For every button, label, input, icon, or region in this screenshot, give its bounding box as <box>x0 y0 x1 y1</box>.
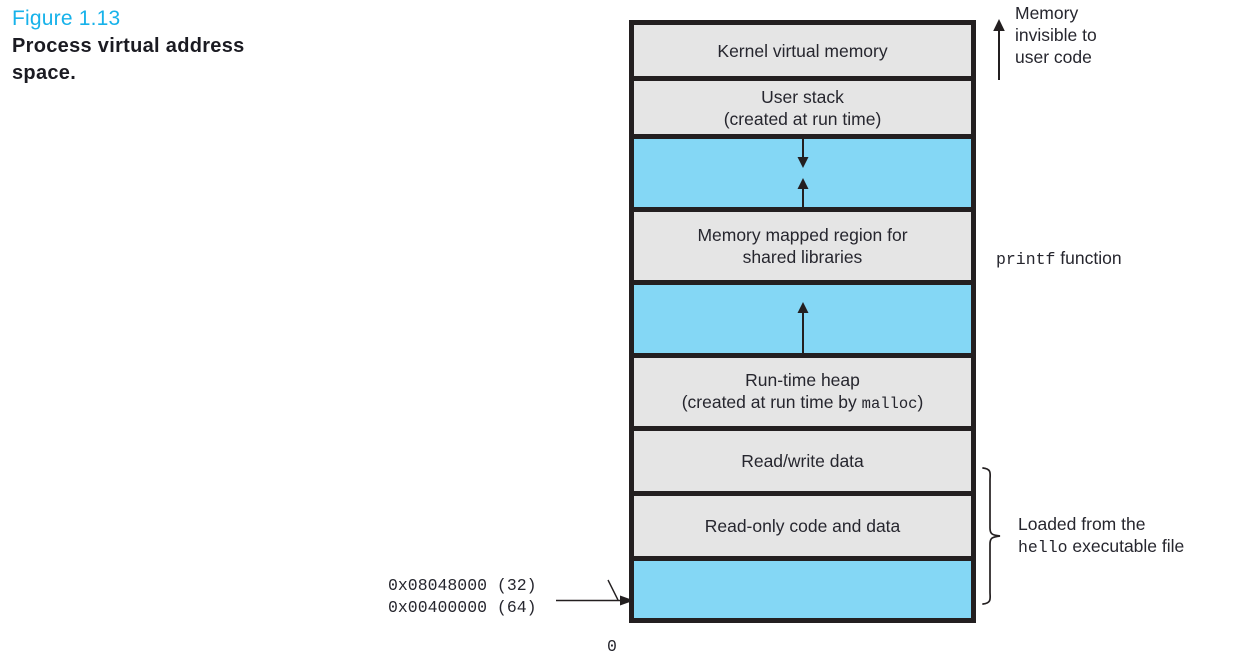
region-label: Memory mapped region for <box>697 225 908 245</box>
annotation-line-1: Loaded from the <box>1018 514 1146 534</box>
region-user-stack: User stack (created at run time) <box>634 81 971 139</box>
region-read-write-data: Read/write data <box>634 431 971 496</box>
annotation-printf-function: printf function <box>996 247 1122 271</box>
annotation-line-3: user code <box>1015 47 1092 67</box>
figure-number: Figure 1.13 <box>12 7 121 30</box>
address-32bit: 0x08048000 (32) <box>388 576 537 595</box>
figure-caption: Figure 1.13 Process virtual address spac… <box>12 6 342 87</box>
region-unmapped-low-memory <box>634 561 971 618</box>
region-sublabel: (created at run time) <box>723 108 882 129</box>
figure-title-line1: Process virtual address <box>12 35 245 57</box>
region-sublabel: shared libraries <box>742 247 863 267</box>
address-pointer-arrow-icon <box>556 579 634 606</box>
heap-sublabel-post: ) <box>917 392 924 412</box>
hello-keyword: hello <box>1018 538 1068 557</box>
heap-sublabel-pre: (created at run time by <box>681 392 862 412</box>
address-zero-label: 0 <box>607 637 617 656</box>
region-sublabel: (created at run time by malloc) <box>682 391 924 415</box>
region-mmap-heap-gap <box>634 285 971 358</box>
printf-rest: function <box>1055 248 1122 268</box>
figure-title: Process virtual address space. <box>12 33 342 87</box>
region-read-only-code-and-data: Read-only code and data <box>634 496 971 561</box>
region-stack-mmap-gap <box>634 139 971 212</box>
region-memory-mapped-shared-libraries: Memory mapped region for shared librarie… <box>634 212 971 285</box>
annotation-kernel-invisible: Memory invisible to user code <box>1015 2 1097 68</box>
process-virtual-address-space-diagram: Kernel virtual memory User stack (create… <box>629 20 976 623</box>
heap-grows-up-arrow-icon <box>797 302 808 353</box>
region-run-time-heap: Run-time heap (created at run time by ma… <box>634 358 971 431</box>
loaded-from-executable-brace-icon <box>982 467 1001 605</box>
figure-title-line2: space. <box>12 62 77 84</box>
region-label: User stack <box>761 86 844 107</box>
mmap-grows-up-arrow-icon <box>797 178 808 207</box>
annotation-line-1: Memory <box>1015 3 1079 23</box>
region-label: Kernel virtual memory <box>717 40 888 61</box>
printf-keyword: printf <box>996 250 1056 269</box>
region-label: Run-time heap <box>745 370 860 390</box>
address-labels: 0x08048000 (32) 0x00400000 (64) <box>388 575 537 619</box>
region-label: Read-only code and data <box>704 516 901 536</box>
kernel-memory-up-arrow-icon <box>993 19 1005 80</box>
region-label: Read/write data <box>741 451 864 471</box>
address-64bit: 0x00400000 (64) <box>388 598 537 617</box>
annotation-loaded-from-executable: Loaded from the hello executable file <box>1018 513 1184 559</box>
stack-grows-down-arrow-icon <box>797 139 808 168</box>
annotation-line-2: hello executable file <box>1018 535 1184 559</box>
loaded-rest: executable file <box>1067 536 1185 556</box>
region-kernel-virtual-memory: Kernel virtual memory <box>634 25 971 81</box>
malloc-keyword: malloc <box>861 395 918 413</box>
annotation-line-2: invisible to <box>1015 25 1097 45</box>
